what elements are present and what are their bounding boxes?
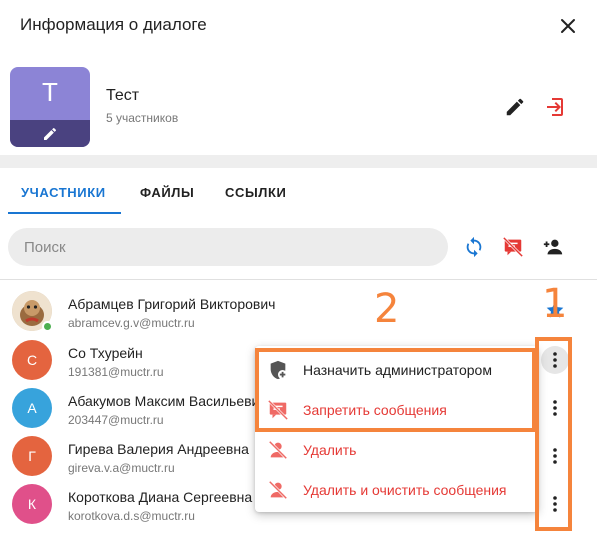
group-members-count: 5 участников — [106, 111, 179, 125]
member-avatar: А — [12, 388, 52, 428]
dialog-title: Информация о диалоге — [20, 15, 207, 34]
annotation-number-1: 1 — [542, 281, 568, 327]
group-avatar-letter: Т — [42, 77, 58, 107]
group-info: Т Тест 5 участников — [0, 52, 597, 155]
member-avatar: К — [12, 484, 52, 524]
menu-item-make-admin[interactable]: Назначить администратором — [255, 350, 538, 390]
remove-user-icon — [267, 479, 289, 501]
member-name: Со Тхурейн — [68, 345, 143, 361]
avatar-edit-pencil-icon[interactable] — [10, 120, 90, 147]
leave-dialog-icon[interactable] — [542, 95, 566, 119]
shield-add-icon — [267, 359, 289, 381]
sync-icon[interactable] — [463, 236, 485, 258]
edit-pencil-icon[interactable] — [504, 96, 526, 118]
member-row[interactable]: Абрамцев Григорий Викторович abramcev.g.… — [0, 287, 597, 335]
menu-item-label: Удалить и очистить сообщения — [303, 482, 507, 498]
member-name: Гирева Валерия Андреевна — [68, 441, 249, 457]
tab-members[interactable]: УЧАСТНИКИ — [21, 185, 106, 200]
menu-item-block-messages[interactable]: Запретить сообщения — [255, 390, 538, 430]
member-email: 203447@muctr.ru — [68, 413, 164, 427]
online-indicator — [42, 321, 53, 332]
group-avatar[interactable]: Т — [10, 67, 90, 147]
block-all-messages-icon[interactable] — [502, 236, 524, 258]
more-vert-icon[interactable] — [541, 346, 569, 374]
group-name: Тест — [106, 87, 140, 104]
tab-links[interactable]: ССЫЛКИ — [225, 185, 287, 200]
member-name: Короткова Диана Сергеевна — [68, 489, 253, 505]
list-divider — [0, 279, 597, 280]
menu-item-label: Назначить администратором — [303, 362, 492, 378]
annotation-number-2: 2 — [374, 286, 400, 332]
more-vert-icon[interactable] — [544, 493, 566, 515]
member-name: Абрамцев Григорий Викторович — [68, 296, 276, 312]
member-avatar: Г — [12, 436, 52, 476]
member-email: abramcev.g.v@muctr.ru — [68, 316, 195, 330]
menu-item-remove-and-clear[interactable]: Удалить и очистить сообщения — [255, 470, 538, 510]
search-box — [8, 228, 448, 266]
tab-active-indicator — [8, 212, 121, 214]
more-vert-icon[interactable] — [544, 445, 566, 467]
member-email: gireva.v.a@muctr.ru — [68, 461, 175, 475]
tabs-bar: УЧАСТНИКИ ФАЙЛЫ ССЫЛКИ — [0, 168, 597, 216]
menu-item-label: Запретить сообщения — [303, 402, 447, 418]
remove-user-icon — [267, 439, 289, 461]
member-email: korotkova.d.s@muctr.ru — [68, 509, 195, 523]
member-name: Абакумов Максим Васильевич — [68, 393, 267, 409]
dialog-header: Информация о диалоге — [0, 0, 597, 52]
search-input[interactable] — [8, 228, 448, 266]
section-divider — [0, 155, 597, 168]
more-vert-icon[interactable] — [544, 397, 566, 419]
member-avatar: С — [12, 340, 52, 380]
close-icon[interactable] — [556, 14, 580, 38]
menu-item-remove[interactable]: Удалить — [255, 430, 538, 470]
block-messages-icon — [267, 399, 289, 421]
member-email: 191381@muctr.ru — [68, 365, 164, 379]
add-member-icon[interactable] — [542, 236, 564, 258]
member-context-menu: Назначить администратором Запретить сооб… — [255, 346, 538, 512]
menu-item-label: Удалить — [303, 442, 357, 458]
tab-files[interactable]: ФАЙЛЫ — [140, 185, 194, 200]
